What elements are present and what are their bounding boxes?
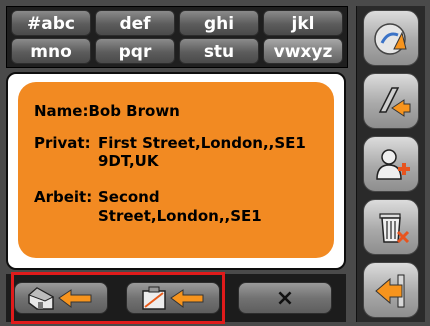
key-ghi[interactable]: ghi bbox=[179, 10, 259, 36]
close-button[interactable]: × bbox=[238, 282, 332, 314]
name-value: Bob Brown bbox=[88, 102, 180, 120]
privat-address-line1: First Street,London,,SE1 bbox=[98, 134, 306, 152]
key-def[interactable]: def bbox=[95, 10, 175, 36]
bottom-button-bar: × bbox=[6, 274, 346, 322]
arbeit-address-line1: Second bbox=[98, 188, 160, 206]
contact-details-panel: Name:Bob Brown Privat: First Street,Lond… bbox=[6, 72, 346, 270]
privat-label: Privat: bbox=[34, 134, 91, 152]
key-pqr[interactable]: pqr bbox=[95, 38, 175, 64]
key-vwxyz[interactable]: vwxyz bbox=[263, 38, 343, 64]
navigate-work-button[interactable] bbox=[126, 282, 220, 314]
call-button[interactable] bbox=[363, 73, 419, 129]
navigate-to-button[interactable] bbox=[363, 10, 419, 66]
arbeit-address-line2: Street,London,,SE1 bbox=[98, 207, 262, 225]
add-contact-button[interactable] bbox=[363, 136, 419, 192]
key-jkl[interactable]: jkl bbox=[263, 10, 343, 36]
navigate-home-button[interactable] bbox=[14, 282, 108, 314]
name-row: Name:Bob Brown bbox=[34, 102, 180, 120]
name-label: Name: bbox=[34, 102, 89, 120]
back-arrow-icon bbox=[375, 274, 405, 308]
work-navigate-icon bbox=[142, 286, 204, 310]
home-navigate-icon bbox=[28, 287, 92, 310]
contact-details-card: Name:Bob Brown Privat: First Street,Lond… bbox=[18, 82, 334, 258]
navigate-to-icon bbox=[374, 23, 407, 55]
call-phone-icon bbox=[378, 87, 411, 117]
add-contact-icon bbox=[376, 149, 410, 180]
back-button[interactable] bbox=[363, 262, 419, 318]
key-stu[interactable]: stu bbox=[179, 38, 259, 64]
arbeit-label: Arbeit: bbox=[34, 188, 93, 206]
close-icon: × bbox=[275, 286, 295, 311]
key-mno[interactable]: mno bbox=[11, 38, 91, 64]
letter-group-keyboard: #abc def ghi jkl mno pqr stu vwxyz bbox=[6, 6, 348, 68]
delete-button[interactable] bbox=[363, 199, 419, 255]
key-abc[interactable]: #abc bbox=[11, 10, 91, 36]
side-action-bar bbox=[356, 6, 425, 322]
delete-trash-icon bbox=[379, 213, 410, 244]
privat-address-line2: 9DT,UK bbox=[98, 152, 159, 170]
